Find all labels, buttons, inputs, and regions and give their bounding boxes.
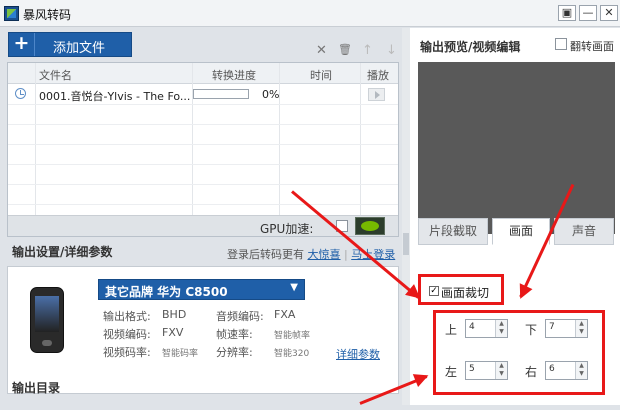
flip-checkbox[interactable]: [555, 38, 567, 50]
panel-splitter[interactable]: [402, 28, 410, 405]
add-file-button[interactable]: + 添加文件: [8, 32, 132, 57]
detail-params-link[interactable]: 详细参数: [336, 346, 380, 362]
row-divider: [8, 204, 398, 205]
progress-text: 0%: [262, 88, 280, 101]
add-file-label: 添加文件: [53, 41, 106, 56]
output-dir-title: 输出目录: [12, 381, 61, 395]
device-settings-box: 其它品牌 华为 C8500 ▼ 输出格式: BHD 音频编码: FXA 视频编码…: [7, 266, 399, 394]
flip-label: 翻转画面: [570, 40, 614, 53]
annotation-box-crop: [418, 274, 504, 305]
device-select-label: 其它品牌 华为 C8500: [105, 285, 228, 299]
title-bar: 暴风转码 ▣ — ✕: [0, 0, 620, 27]
preview-title: 输出预览/视频编辑: [420, 40, 521, 54]
move-down-icon[interactable]: ↓: [386, 43, 397, 58]
login-hint-text: 登录后转码更有: [227, 248, 304, 261]
file-name: 0001.音悦台-Ylvis - The Fo...: [39, 90, 191, 103]
tab-picture[interactable]: 画面: [492, 218, 550, 245]
close-button[interactable]: ✕: [600, 5, 618, 21]
spec-value: FXA: [274, 308, 296, 321]
edit-tabs: 片段截取 画面 声音: [410, 218, 620, 245]
row-divider: [8, 144, 398, 145]
column-filename: 文件名: [39, 69, 72, 82]
tab-clip[interactable]: 片段截取: [418, 218, 488, 245]
tab-sound[interactable]: 声音: [554, 218, 614, 245]
window-title: 暴风转码: [23, 8, 72, 22]
hint-separator: |: [344, 248, 348, 261]
spec-value: 智能320: [274, 349, 310, 359]
column-progress: 转换进度: [212, 69, 256, 82]
column-divider: [279, 63, 280, 215]
app-logo-icon: [4, 6, 19, 21]
column-divider: [360, 63, 361, 215]
spec-label: 帧速率:: [216, 328, 253, 341]
row-divider: [8, 104, 398, 105]
left-panel: + 添加文件 ✕ 🗑 ↑ ↓ 文件名 转换进度 时间 播放 0001.音悦台-Y…: [2, 28, 402, 405]
column-time: 时间: [310, 69, 332, 82]
file-list: 文件名 转换进度 时间 播放 0001.音悦台-Ylvis - The Fo..…: [7, 62, 399, 237]
plus-icon: +: [9, 33, 35, 56]
row-divider: [8, 124, 398, 125]
surprise-link[interactable]: 大惊喜: [308, 248, 341, 261]
remove-icon[interactable]: ✕: [316, 43, 327, 58]
spec-label: 分辨率:: [216, 346, 253, 359]
annotation-box-values: [433, 310, 605, 395]
spec-label: 输出格式:: [103, 310, 151, 323]
spec-value: 智能帧率: [274, 331, 311, 341]
nvidia-logo-icon: [355, 217, 385, 235]
spec-value: 智能码率: [162, 349, 199, 359]
progress-bar: [193, 89, 249, 99]
spec-value: BHD: [162, 308, 187, 321]
spec-label: 音频编码:: [216, 310, 264, 323]
output-settings-title: 输出设置/详细参数: [12, 245, 113, 259]
video-preview: [418, 62, 615, 234]
restore-button[interactable]: ▣: [558, 5, 576, 21]
gpu-label: GPU加速:: [260, 222, 314, 236]
file-list-header: 文件名 转换进度 时间 播放: [8, 63, 398, 84]
row-divider: [8, 164, 398, 165]
spec-label: 视频码率:: [103, 346, 151, 359]
phone-image: [30, 287, 64, 353]
dropdown-arrow-icon: ▼: [290, 282, 298, 293]
move-up-icon[interactable]: ↑: [362, 43, 373, 58]
column-divider: [35, 63, 36, 215]
spec-value: FXV: [162, 326, 184, 339]
column-play: 播放: [367, 69, 389, 82]
row-divider: [8, 184, 398, 185]
device-select[interactable]: 其它品牌 华为 C8500 ▼: [98, 279, 305, 300]
play-icon[interactable]: [368, 88, 385, 101]
pending-clock-icon: [15, 88, 26, 99]
column-divider: [192, 63, 193, 215]
spec-label: 视频编码:: [103, 328, 151, 341]
minimize-button[interactable]: —: [579, 5, 597, 21]
trash-icon[interactable]: 🗑: [338, 43, 352, 56]
